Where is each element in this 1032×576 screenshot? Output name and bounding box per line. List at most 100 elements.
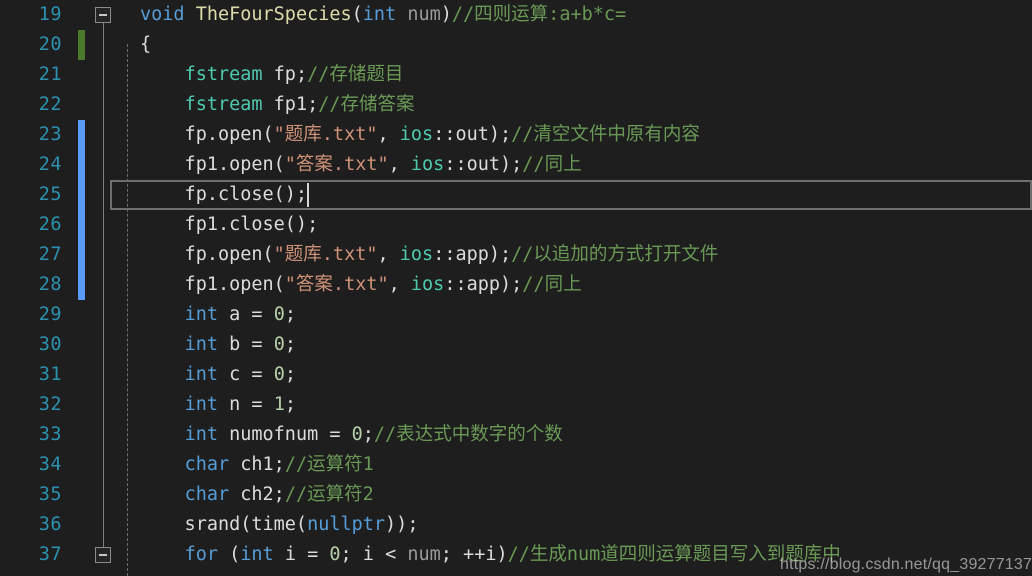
code-line[interactable]: 36 srand(time(nullptr)); bbox=[0, 510, 1032, 540]
code-line[interactable]: 37 for (int i = 0; i < num; ++i)//生成num道… bbox=[0, 540, 1032, 570]
code-line[interactable]: 31 int c = 0; bbox=[0, 360, 1032, 390]
code-line[interactable]: 25 fp.close(); bbox=[0, 180, 1032, 210]
code-line[interactable]: 23 fp.open("题库.txt", ios::out);//清空文件中原有… bbox=[0, 120, 1032, 150]
code-line[interactable]: 22 fstream fp1;//存储答案 bbox=[0, 90, 1032, 120]
code-line-text[interactable]: int b = 0; bbox=[140, 330, 296, 360]
token-kw: int bbox=[184, 364, 218, 385]
line-number: 36 bbox=[38, 514, 62, 535]
token-pun bbox=[140, 424, 185, 445]
token-kw: int bbox=[240, 544, 274, 565]
token-pun bbox=[140, 544, 185, 565]
change-bar-modified bbox=[78, 270, 85, 300]
token-cmt: //四则运算:a+b*c= bbox=[451, 4, 627, 25]
token-pun: ; bbox=[284, 304, 296, 325]
line-number: 29 bbox=[38, 304, 62, 325]
code-line[interactable]: 35 char ch2;//运算符2 bbox=[0, 480, 1032, 510]
fold-toggle-icon[interactable] bbox=[95, 547, 111, 563]
token-typ: ios bbox=[399, 124, 434, 145]
token-cmt: //同上 bbox=[522, 274, 582, 295]
token-cmt: //存储题目 bbox=[307, 64, 404, 85]
token-kw: int bbox=[184, 304, 218, 325]
token-cmt: //以追加的方式打开文件 bbox=[511, 244, 719, 265]
token-pun: numofnum = bbox=[217, 424, 352, 445]
code-line[interactable]: 26 fp1.close(); bbox=[0, 210, 1032, 240]
code-line[interactable]: 24 fp1.open("答案.txt", ios::out);//同上 bbox=[0, 150, 1032, 180]
token-pun: ; bbox=[284, 394, 296, 415]
code-line[interactable]: 32 int n = 1; bbox=[0, 390, 1032, 420]
code-line[interactable]: 20 { bbox=[0, 30, 1032, 60]
code-line[interactable]: 28 fp1.open("答案.txt", ios::app);//同上 bbox=[0, 270, 1032, 300]
token-str: "题库.txt" bbox=[273, 244, 378, 265]
token-pun: ::out); bbox=[444, 154, 523, 175]
line-number: 31 bbox=[38, 364, 62, 385]
line-number: 24 bbox=[38, 154, 62, 175]
token-pun bbox=[140, 394, 185, 415]
token-num: 0 bbox=[351, 424, 363, 445]
line-number: 35 bbox=[38, 484, 62, 505]
code-line-text[interactable]: fstream fp1;//存储答案 bbox=[140, 90, 415, 120]
token-cmt: //表达式中数字的个数 bbox=[373, 424, 563, 445]
token-pun: n = bbox=[217, 394, 274, 415]
code-line-text[interactable]: fp1.open("答案.txt", ios::app);//同上 bbox=[140, 270, 582, 300]
line-number: 22 bbox=[38, 94, 62, 115]
line-number: 30 bbox=[38, 334, 62, 355]
token-pun: ; ++i) bbox=[440, 544, 508, 565]
token-pun: , bbox=[388, 154, 411, 175]
code-line[interactable]: 21 fstream fp;//存储题目 bbox=[0, 60, 1032, 90]
code-line[interactable]: 29 int a = 0; bbox=[0, 300, 1032, 330]
token-pun: ::out); bbox=[433, 124, 512, 145]
code-line-text[interactable]: int c = 0; bbox=[140, 360, 296, 390]
token-cmt: //同上 bbox=[522, 154, 582, 175]
token-typ: fstream bbox=[184, 94, 263, 115]
code-line[interactable]: 34 char ch1;//运算符1 bbox=[0, 450, 1032, 480]
token-fn: TheFourSpecies bbox=[195, 4, 352, 25]
code-line-text[interactable]: srand(time(nullptr)); bbox=[140, 510, 419, 540]
code-line[interactable]: 30 int b = 0; bbox=[0, 330, 1032, 360]
code-line-text[interactable]: int a = 0; bbox=[140, 300, 296, 330]
code-line-text[interactable]: int numofnum = 0;//表达式中数字的个数 bbox=[140, 420, 563, 450]
code-line-text[interactable]: fp.open("题库.txt", ios::app);//以追加的方式打开文件 bbox=[140, 240, 719, 270]
line-number: 32 bbox=[38, 394, 62, 415]
code-line-text[interactable]: fp.close(); bbox=[140, 180, 308, 210]
line-number: 26 bbox=[38, 214, 62, 235]
token-cmt: //生成num道四则运算题目写入到题库中 bbox=[507, 544, 841, 565]
code-line-text[interactable]: void TheFourSpecies(int num)//四则运算:a+b*c… bbox=[140, 0, 626, 30]
token-pun bbox=[185, 4, 196, 25]
token-pun: fp1.open( bbox=[140, 274, 285, 295]
code-line-text[interactable]: for (int i = 0; i < num; ++i)//生成num道四则运… bbox=[140, 540, 841, 570]
code-line[interactable]: 27 fp.open("题库.txt", ios::app);//以追加的方式打… bbox=[0, 240, 1032, 270]
token-pun: ch1; bbox=[229, 454, 285, 475]
token-pun: c = bbox=[217, 364, 274, 385]
token-typ: ios bbox=[399, 244, 434, 265]
line-number: 28 bbox=[38, 274, 62, 295]
change-bar-modified bbox=[78, 120, 85, 150]
code-line-text[interactable]: char ch1;//运算符1 bbox=[140, 450, 374, 480]
code-line-text[interactable]: int n = 1; bbox=[140, 390, 296, 420]
code-line-text[interactable]: char ch2;//运算符2 bbox=[140, 480, 374, 510]
token-pun: ::app); bbox=[444, 274, 523, 295]
code-line[interactable]: 33 int numofnum = 0;//表达式中数字的个数 bbox=[0, 420, 1032, 450]
line-number: 19 bbox=[38, 4, 62, 25]
token-num: 0 bbox=[273, 364, 285, 385]
code-line-text[interactable]: fstream fp;//存储题目 bbox=[140, 60, 404, 90]
code-line-text[interactable]: fp1.open("答案.txt", ios::out);//同上 bbox=[140, 150, 582, 180]
code-editor-viewport[interactable]: 19 void TheFourSpecies(int num)//四则运算:a+b… bbox=[0, 0, 1032, 576]
fold-toggle-icon[interactable] bbox=[95, 7, 111, 23]
token-par: num bbox=[407, 4, 441, 25]
code-line-text[interactable]: { bbox=[140, 30, 151, 60]
code-line-text[interactable]: fp1.close(); bbox=[140, 210, 319, 240]
token-pun: b = bbox=[217, 334, 274, 355]
token-pun: i = bbox=[273, 544, 330, 565]
token-pun: , bbox=[388, 274, 411, 295]
code-line[interactable]: 19 void TheFourSpecies(int num)//四则运算:a+b… bbox=[0, 0, 1032, 30]
token-pun: fp.open( bbox=[140, 244, 274, 265]
token-pun: fp.open( bbox=[140, 124, 274, 145]
token-kw: int bbox=[184, 424, 218, 445]
code-line-text[interactable]: fp.open("题库.txt", ios::out);//清空文件中原有内容 bbox=[140, 120, 700, 150]
code-line-list[interactable]: 19 void TheFourSpecies(int num)//四则运算:a+b… bbox=[0, 0, 1032, 576]
token-pun bbox=[396, 4, 407, 25]
change-bar-modified bbox=[78, 240, 85, 270]
token-pun: fp; bbox=[262, 64, 308, 85]
token-pun: ; i < bbox=[340, 544, 408, 565]
line-number: 21 bbox=[38, 64, 62, 85]
